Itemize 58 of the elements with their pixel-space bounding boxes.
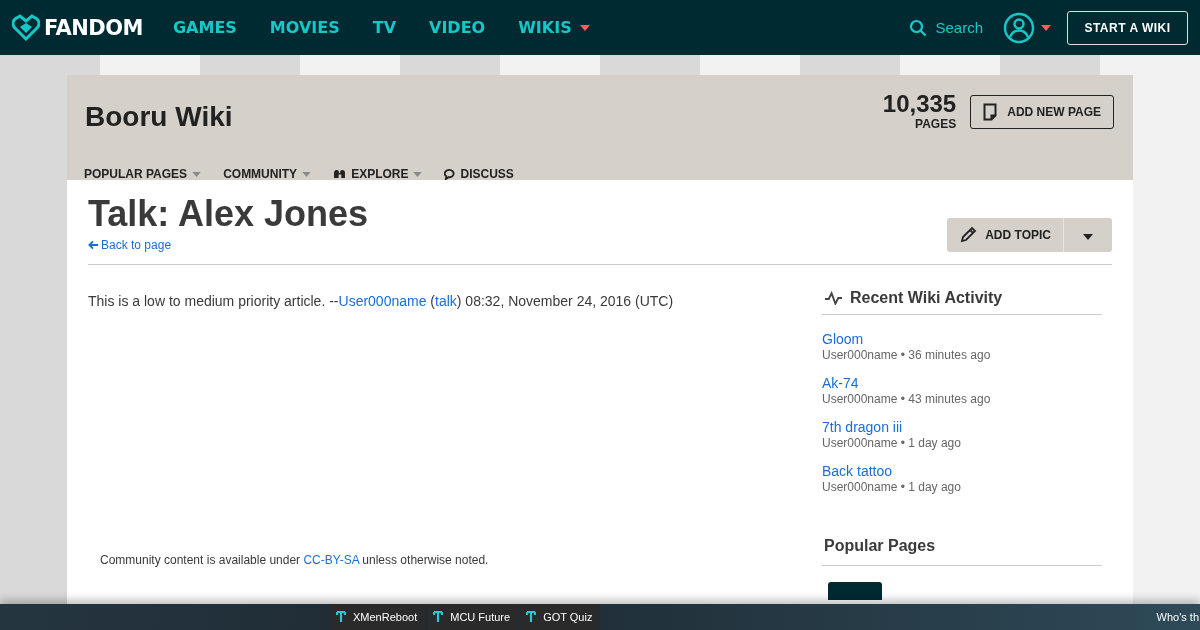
page-count-label: PAGES bbox=[915, 117, 957, 131]
wiki-title[interactable]: Booru Wiki bbox=[85, 101, 883, 133]
start-wiki-button[interactable]: START A WIKI bbox=[1067, 10, 1188, 45]
toolbar-text[interactable]: Who's th bbox=[1156, 611, 1199, 623]
caret-icon bbox=[413, 171, 423, 177]
antenna-icon bbox=[336, 611, 346, 623]
dropdown-toggle-button[interactable] bbox=[1063, 218, 1112, 252]
user-link[interactable]: User000name bbox=[338, 293, 427, 309]
activity-meta: User000name • 1 day ago bbox=[822, 436, 962, 451]
activity-page-link[interactable]: Gloom bbox=[822, 331, 1102, 348]
add-topic-button[interactable]: ADD TOPIC bbox=[947, 218, 1063, 252]
popular-pages-heading: Popular Pages bbox=[822, 507, 1102, 566]
license-notice: Community content is available under CC-BY-SA unless otherwise noted. bbox=[100, 553, 490, 567]
search-link[interactable]: Search bbox=[935, 19, 983, 36]
activity-page-link[interactable]: Back tattoo bbox=[822, 463, 1102, 480]
antenna-icon bbox=[526, 611, 537, 623]
speech-bubble-icon bbox=[444, 168, 456, 180]
toolbar-tab[interactable]: GOT Quiz bbox=[520, 604, 601, 630]
caret-icon[interactable] bbox=[1041, 24, 1051, 31]
search-icon[interactable] bbox=[909, 18, 928, 37]
nav-link[interactable]: GAMES bbox=[172, 18, 237, 37]
page-icon bbox=[983, 103, 998, 121]
activity-page-link[interactable]: 7th dragon iii bbox=[822, 419, 1102, 436]
heart-logo-icon[interactable] bbox=[12, 13, 40, 42]
wiki-nav-tab[interactable]: EXPLORE bbox=[333, 167, 423, 181]
logo-wordmark[interactable]: FANDOM bbox=[44, 15, 143, 40]
caret-icon bbox=[192, 171, 202, 177]
antenna-icon bbox=[433, 611, 444, 623]
toolbar-tab[interactable]: MCU Future bbox=[427, 604, 519, 630]
wiki-nav-tab[interactable]: COMMUNITY bbox=[223, 167, 312, 181]
talk-link[interactable]: talk bbox=[435, 293, 457, 309]
caret-icon bbox=[1083, 233, 1093, 240]
license-link[interactable]: CC-BY-SA bbox=[303, 553, 359, 567]
talk-comment: This is a low to medium priority article. --User000name (talk) 08:32, November 24, 2016 (UTC) bbox=[88, 293, 675, 309]
back-arrow-icon bbox=[88, 240, 99, 250]
toolbar-tab[interactable]: XMenReboot bbox=[330, 604, 426, 630]
page-count: 10,335 bbox=[882, 91, 957, 117]
activity-icon bbox=[824, 291, 843, 305]
page-thumbnail[interactable] bbox=[828, 582, 882, 600]
back-to-page-link[interactable]: Back to page bbox=[88, 238, 369, 252]
nav-link[interactable]: VIDEO bbox=[429, 18, 486, 37]
recent-activity-heading: Recent Wiki Activity bbox=[850, 289, 1003, 307]
nav-link[interactable]: MOVIES bbox=[269, 18, 340, 37]
wiki-nav-tab[interactable]: POPULAR PAGES bbox=[84, 167, 202, 181]
activity-meta: User000name • 36 minutes ago bbox=[822, 348, 992, 363]
user-avatar-icon[interactable] bbox=[1003, 11, 1035, 44]
wiki-nav-tab[interactable]: DISCUSS bbox=[444, 167, 514, 181]
add-new-page-button[interactable]: ADD NEW PAGE bbox=[970, 95, 1114, 129]
activity-page-link[interactable]: Ak-74 bbox=[822, 375, 1102, 392]
page-title: Talk: Alex Jones bbox=[88, 194, 369, 234]
nav-link[interactable]: WIKIS bbox=[518, 18, 590, 37]
binoculars-icon bbox=[333, 169, 347, 179]
activity-meta: User000name • 1 day ago bbox=[822, 480, 962, 495]
nav-link[interactable]: TV bbox=[372, 18, 397, 37]
pencil-icon bbox=[959, 226, 978, 244]
activity-meta: User000name • 43 minutes ago bbox=[822, 392, 992, 407]
caret-icon bbox=[579, 24, 590, 31]
caret-icon bbox=[302, 171, 312, 177]
